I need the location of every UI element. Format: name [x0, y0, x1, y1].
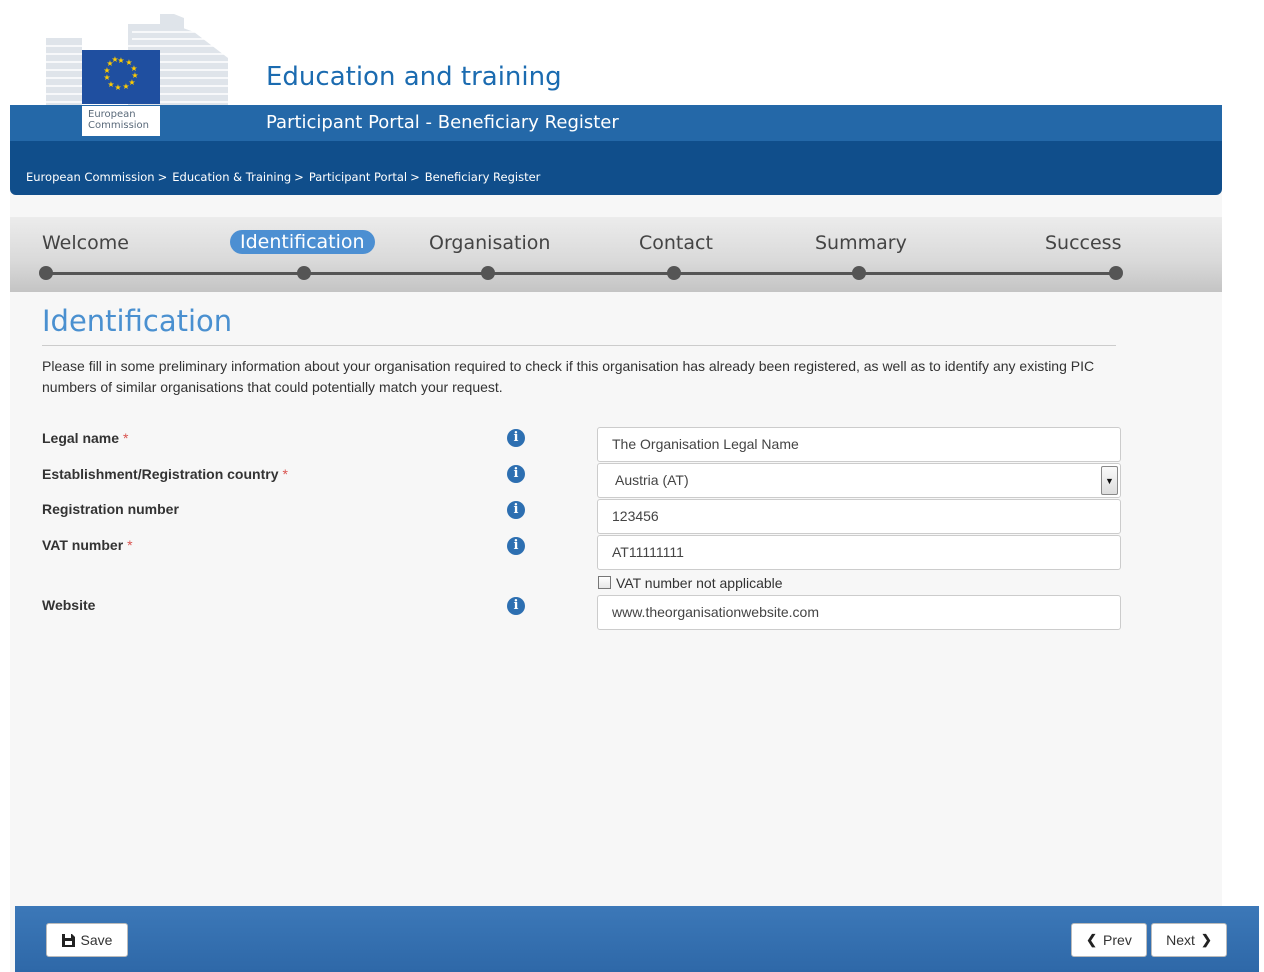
breadcrumb-link-european-commission[interactable]: European Commission	[26, 170, 155, 184]
eu-flag-icon: ★ ★★ ★★★ ★★★ ★★★	[82, 50, 160, 104]
save-icon	[61, 933, 75, 947]
svg-text:★: ★	[114, 83, 121, 92]
website-input[interactable]: www.theorganisationwebsite.com	[597, 595, 1121, 630]
chevron-left-icon: ❮	[1086, 932, 1098, 947]
wizard-steps	[10, 217, 1222, 292]
save-button[interactable]: Save	[46, 923, 128, 957]
logo-caption-line2: Commission	[88, 120, 150, 131]
app-subtitle: Participant Portal - Beneficiary Registe…	[266, 112, 619, 133]
step-dot-success[interactable]	[1109, 266, 1123, 280]
vat-number-label-text: VAT number	[42, 537, 124, 553]
logo-caption: European Commission	[82, 106, 160, 136]
chevron-right-icon: ❯	[1200, 932, 1212, 947]
legal-name-label-text: Legal name	[42, 430, 120, 446]
prev-button-label: Prev	[1103, 932, 1132, 948]
website-label-text: Website	[42, 597, 96, 613]
country-label-text: Establishment/Registration country	[42, 466, 279, 482]
step-dot-organisation[interactable]	[481, 266, 495, 280]
step-dot-contact[interactable]	[667, 266, 681, 280]
country-label: Establishment/Registration country *	[42, 466, 288, 482]
vat-not-applicable-label[interactable]: VAT number not applicable	[616, 575, 783, 591]
breadcrumb-link-participant-portal[interactable]: Participant Portal	[309, 170, 407, 184]
breadcrumb: European Commission > Education & Trainin…	[26, 170, 540, 184]
app-title: Education and training	[266, 62, 562, 92]
required-marker: *	[282, 466, 288, 482]
legal-name-label: Legal name *	[42, 430, 128, 446]
european-commission-logo: ★ ★★ ★★★ ★★★ ★★★	[44, 14, 230, 106]
dropdown-arrow-icon[interactable]: ▼	[1101, 466, 1118, 495]
step-identification[interactable]: Identification	[230, 230, 375, 254]
website-label: Website	[42, 597, 95, 613]
svg-text:★: ★	[122, 82, 129, 91]
info-icon[interactable]: i	[507, 597, 525, 615]
vat-number-label: VAT number *	[42, 537, 133, 553]
step-success[interactable]: Success	[1045, 232, 1121, 254]
step-welcome[interactable]: Welcome	[42, 232, 129, 254]
step-contact[interactable]: Contact	[639, 232, 713, 254]
title-divider	[42, 345, 1116, 346]
breadcrumb-separator: >	[157, 170, 168, 184]
breadcrumb-bar	[10, 141, 1222, 195]
svg-text:★: ★	[111, 55, 118, 64]
wizard-progress-line	[47, 272, 1117, 275]
step-dot-identification[interactable]	[297, 266, 311, 280]
breadcrumb-separator: >	[294, 170, 304, 184]
country-select[interactable]: Austria (AT)	[597, 463, 1121, 498]
required-marker: *	[127, 537, 133, 553]
info-icon[interactable]: i	[507, 501, 525, 519]
registration-number-label-text: Registration number	[42, 501, 179, 517]
breadcrumb-link-education-training[interactable]: Education & Training	[172, 170, 291, 184]
save-button-label: Save	[80, 932, 113, 948]
info-icon[interactable]: i	[507, 537, 525, 555]
info-icon[interactable]: i	[507, 465, 525, 483]
page-title: Identification	[42, 304, 233, 338]
intro-text: Please fill in some preliminary informat…	[42, 358, 1095, 395]
vat-number-input[interactable]: AT11111111	[597, 535, 1121, 570]
info-icon[interactable]: i	[507, 429, 525, 447]
step-summary[interactable]: Summary	[815, 232, 907, 254]
step-dot-welcome[interactable]	[39, 266, 53, 280]
breadcrumb-separator: >	[410, 170, 420, 184]
logo-caption-line1: European	[88, 109, 136, 120]
breadcrumb-link-beneficiary-register[interactable]: Beneficiary Register	[425, 170, 541, 184]
step-dot-summary[interactable]	[852, 266, 866, 280]
registration-number-input[interactable]: 123456	[597, 499, 1121, 534]
vat-not-applicable-checkbox[interactable]	[598, 576, 611, 589]
next-button[interactable]: Next ❯	[1151, 923, 1227, 957]
required-marker: *	[123, 430, 129, 446]
next-button-label: Next	[1166, 932, 1195, 948]
legal-name-input[interactable]: The Organisation Legal Name	[597, 427, 1121, 462]
step-organisation[interactable]: Organisation	[429, 232, 550, 254]
prev-button[interactable]: ❮ Prev	[1071, 923, 1147, 957]
registration-number-label: Registration number	[42, 501, 179, 517]
